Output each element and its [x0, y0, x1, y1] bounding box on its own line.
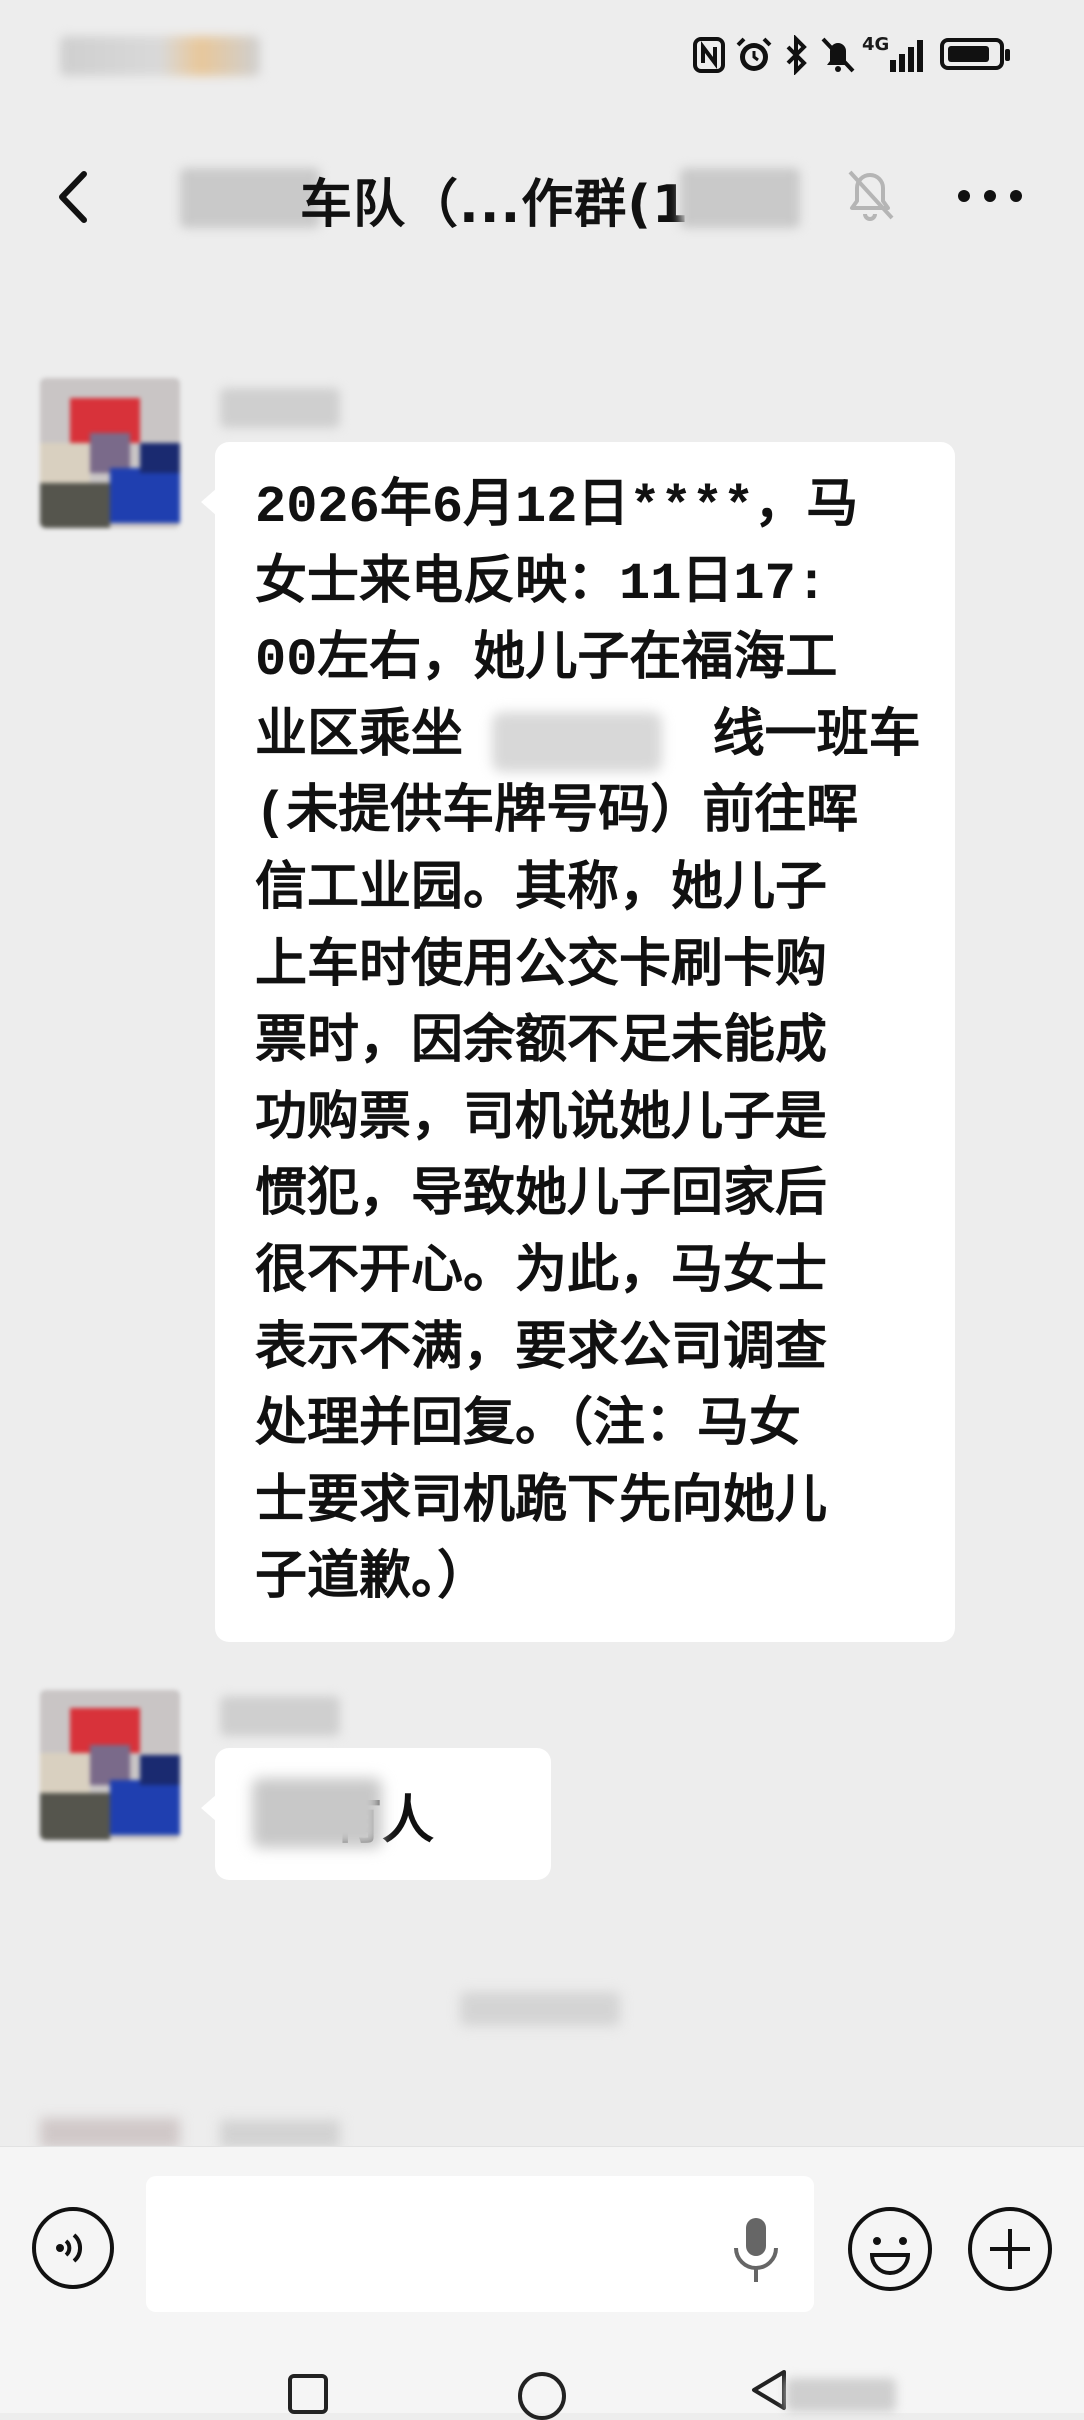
emoji-button[interactable]	[846, 2205, 934, 2293]
sender-avatar-partial	[40, 2118, 180, 2148]
message-text: 2026年6月12日****，马 女士来电反映：11日17: 00左右，她儿子在…	[255, 478, 921, 1610]
status-bar-time-redacted	[60, 36, 260, 76]
microphone-icon[interactable]	[726, 2212, 786, 2290]
signal-4g-icon: 4G	[862, 34, 926, 76]
chat-title: 车队（...作群(1	[300, 175, 690, 235]
nav-overlay-redacted	[786, 2378, 896, 2412]
home-button[interactable]	[518, 2372, 566, 2420]
sender-name-redacted	[220, 2120, 340, 2148]
sender-avatar[interactable]	[40, 378, 180, 528]
mute-bell-icon	[842, 164, 898, 224]
more-functions-button[interactable]	[966, 2205, 1054, 2293]
more-options-button[interactable]	[950, 176, 1030, 216]
battery-icon	[940, 38, 1010, 70]
chat-title-redacted-end	[680, 168, 800, 228]
message-input[interactable]	[146, 2176, 814, 2312]
voice-input-button[interactable]	[30, 2205, 116, 2291]
recent-apps-button[interactable]	[288, 2374, 328, 2414]
nfc-icon	[692, 34, 726, 76]
redacted-route-number	[492, 712, 662, 772]
sender-avatar[interactable]	[40, 1690, 180, 1840]
sender-name-redacted	[220, 388, 340, 428]
back-button[interactable]	[48, 162, 108, 232]
alarm-icon	[734, 34, 774, 76]
message-text-redacted	[252, 1778, 382, 1848]
do-not-disturb-icon	[818, 34, 858, 76]
timestamp-redacted	[460, 1992, 620, 2026]
sender-name-redacted	[220, 1696, 340, 1736]
bluetooth-icon	[780, 34, 812, 76]
chat-title-redacted-start	[180, 168, 320, 228]
